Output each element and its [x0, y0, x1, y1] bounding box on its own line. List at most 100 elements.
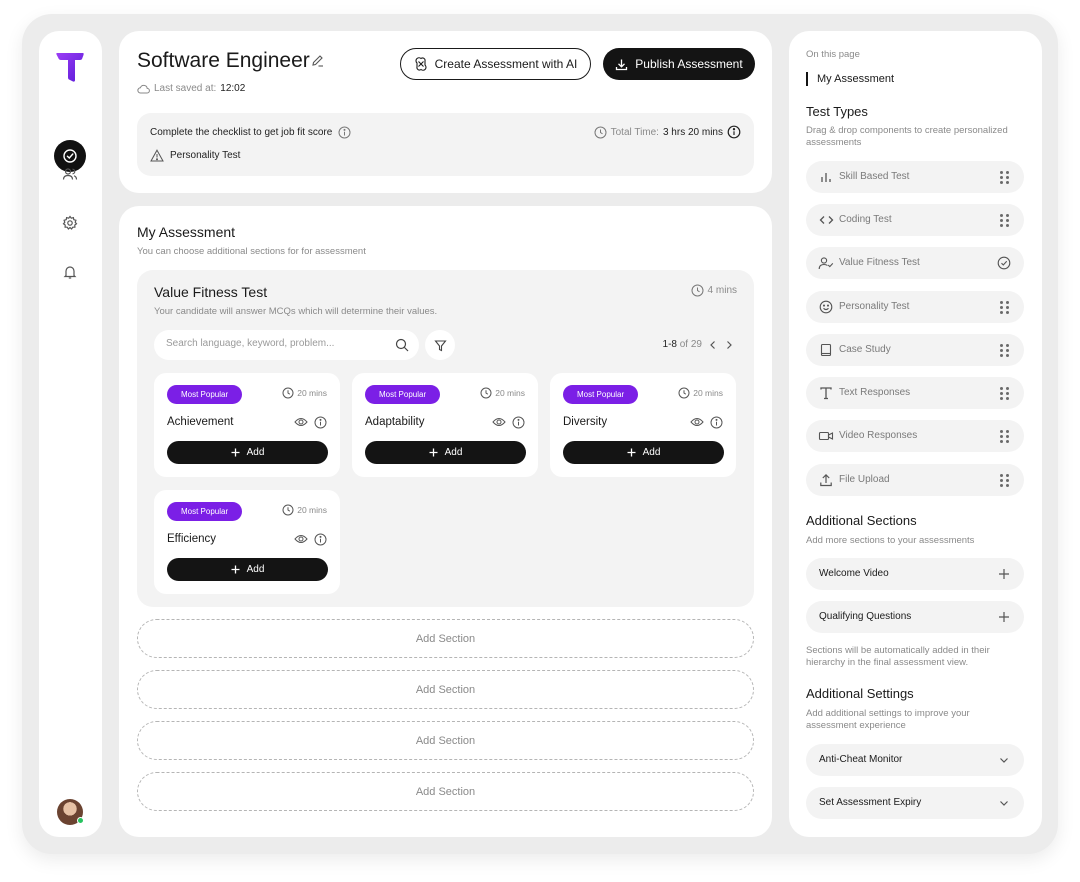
add-section-dropzone[interactable]: Add Section: [137, 772, 754, 811]
publish-assessment-button[interactable]: Publish Assessment: [603, 48, 755, 80]
info-icon[interactable]: [710, 416, 723, 429]
my-assessment-title: My Assessment: [137, 224, 236, 240]
drag-handle-icon[interactable]: [996, 299, 1012, 315]
plus-icon: [429, 448, 438, 457]
create-assessment-ai-label: Create Assessment with AI: [434, 57, 578, 71]
chevron-left-icon[interactable]: [708, 340, 718, 350]
test-types-title: Test Types: [806, 104, 868, 119]
info-icon[interactable]: [512, 416, 525, 429]
card-name: Efficiency: [167, 533, 217, 545]
most-popular-badge: Most Popular: [563, 385, 639, 404]
on-this-page-link[interactable]: My Assessment: [806, 72, 894, 86]
additional-sections-title: Additional Sections: [806, 513, 917, 528]
card-actions: [690, 416, 723, 429]
eye-icon[interactable]: [294, 416, 308, 428]
filter-button[interactable]: [425, 330, 455, 360]
setting-assessment-expiry[interactable]: Set Assessment Expiry: [806, 787, 1024, 819]
checklist-text: Complete the checklist to get job fit sc…: [150, 126, 351, 139]
value-fitness-section: Value Fitness Test Your candidate will a…: [137, 270, 754, 607]
check-circle-icon: [997, 256, 1011, 270]
drag-handle-icon[interactable]: [996, 342, 1012, 358]
checklist-item-personality: Personality Test: [150, 149, 240, 162]
test-type-case-study[interactable]: Case Study: [806, 334, 1024, 366]
check-circle-icon: [63, 149, 77, 163]
card-time: 20 mins: [282, 504, 327, 516]
add-button[interactable]: Add: [365, 441, 526, 464]
code-icon: [819, 216, 833, 224]
add-section-dropzone[interactable]: Add Section: [137, 619, 754, 658]
add-button[interactable]: Add: [167, 441, 328, 464]
drag-handle-icon[interactable]: [996, 385, 1012, 401]
nav-users[interactable]: [61, 165, 79, 183]
card-name: Diversity: [563, 416, 608, 428]
total-time: Total Time: 3 hrs 20 mins: [594, 125, 741, 139]
search-input[interactable]: [166, 338, 381, 349]
plus-icon: [231, 448, 240, 457]
bar-chart-icon: [821, 173, 831, 182]
add-section-dropzone[interactable]: Add Section: [137, 721, 754, 760]
clock-icon: [594, 126, 607, 138]
publish-assessment-label: Publish Assessment: [635, 57, 743, 71]
test-type-label: File Upload: [839, 474, 890, 485]
checklist-box: Complete the checklist to get job fit sc…: [137, 113, 754, 176]
eye-icon[interactable]: [492, 416, 506, 428]
online-status-dot: [77, 817, 84, 824]
setting-anti-cheat-monitor[interactable]: Anti-Cheat Monitor: [806, 744, 1024, 776]
test-type-text-responses[interactable]: Text Responses: [806, 377, 1024, 409]
drag-handle-icon[interactable]: [996, 472, 1012, 488]
last-saved-time: 12:02: [220, 83, 246, 94]
user-check-icon: [818, 257, 834, 270]
add-section-dropzone[interactable]: Add Section: [137, 670, 754, 709]
nav-settings[interactable]: [61, 214, 79, 232]
chevron-right-icon[interactable]: [724, 340, 734, 350]
checklist-message: Complete the checklist to get job fit sc…: [150, 127, 333, 138]
test-type-skill-based[interactable]: Skill Based Test: [806, 161, 1024, 193]
test-type-coding[interactable]: Coding Test: [806, 204, 1024, 236]
info-icon[interactable]: [727, 125, 741, 139]
info-icon[interactable]: [314, 416, 327, 429]
test-type-label: Value Fitness Test: [839, 257, 920, 268]
most-popular-badge: Most Popular: [167, 385, 243, 404]
info-icon[interactable]: [338, 126, 351, 139]
create-assessment-ai-button[interactable]: Create Assessment with AI: [400, 48, 591, 80]
pager-total: of 29: [679, 339, 702, 350]
drag-handle-icon[interactable]: [996, 428, 1012, 444]
card-name: Adaptability: [365, 416, 425, 428]
total-time-label: Total Time:: [610, 126, 659, 138]
plus-icon[interactable]: [998, 568, 1010, 580]
add-button[interactable]: Add: [563, 441, 724, 464]
gear-icon: [62, 215, 78, 230]
checklist-item-label: Personality Test: [170, 150, 241, 161]
search-icon[interactable]: [395, 338, 409, 352]
total-time-value: 3 hrs 20 mins: [662, 126, 723, 138]
additional-section-welcome-video[interactable]: Welcome Video: [806, 558, 1024, 590]
plus-icon[interactable]: [998, 611, 1010, 623]
chevron-down-icon[interactable]: [998, 754, 1010, 766]
drag-handle-icon[interactable]: [996, 169, 1012, 185]
chevron-down-icon[interactable]: [998, 797, 1010, 809]
test-type-value-fitness[interactable]: Value Fitness Test: [806, 247, 1024, 279]
edit-pencil-icon[interactable]: [311, 54, 324, 67]
test-type-video-responses[interactable]: Video Responses: [806, 420, 1024, 452]
add-button[interactable]: Add: [167, 558, 328, 581]
additional-settings-subtitle: Add additional settings to improve your …: [806, 708, 970, 731]
add-button-label: Add: [246, 447, 265, 458]
header-card: Software Engineer Last saved at: 12:02 C…: [119, 31, 772, 193]
users-icon: [62, 168, 78, 180]
add-button-label: Add: [642, 447, 661, 458]
additional-section-qualifying-questions[interactable]: Qualifying Questions: [806, 601, 1024, 633]
test-type-file-upload[interactable]: File Upload: [806, 464, 1024, 496]
nav-notifications[interactable]: [61, 263, 79, 281]
eye-icon[interactable]: [294, 533, 308, 545]
test-card: Most Popular 20 mins Diversity Add: [550, 373, 736, 477]
plus-icon: [231, 565, 240, 574]
card-time-value: 20 mins: [297, 388, 327, 398]
eye-icon[interactable]: [690, 416, 704, 428]
test-type-label: Case Study: [839, 344, 891, 355]
info-icon[interactable]: [314, 533, 327, 546]
app-logo: [56, 53, 84, 82]
drag-handle-icon[interactable]: [996, 212, 1012, 228]
pager-range: 1-8: [662, 339, 677, 350]
plus-icon: [627, 448, 636, 457]
test-type-personality[interactable]: Personality Test: [806, 291, 1024, 323]
